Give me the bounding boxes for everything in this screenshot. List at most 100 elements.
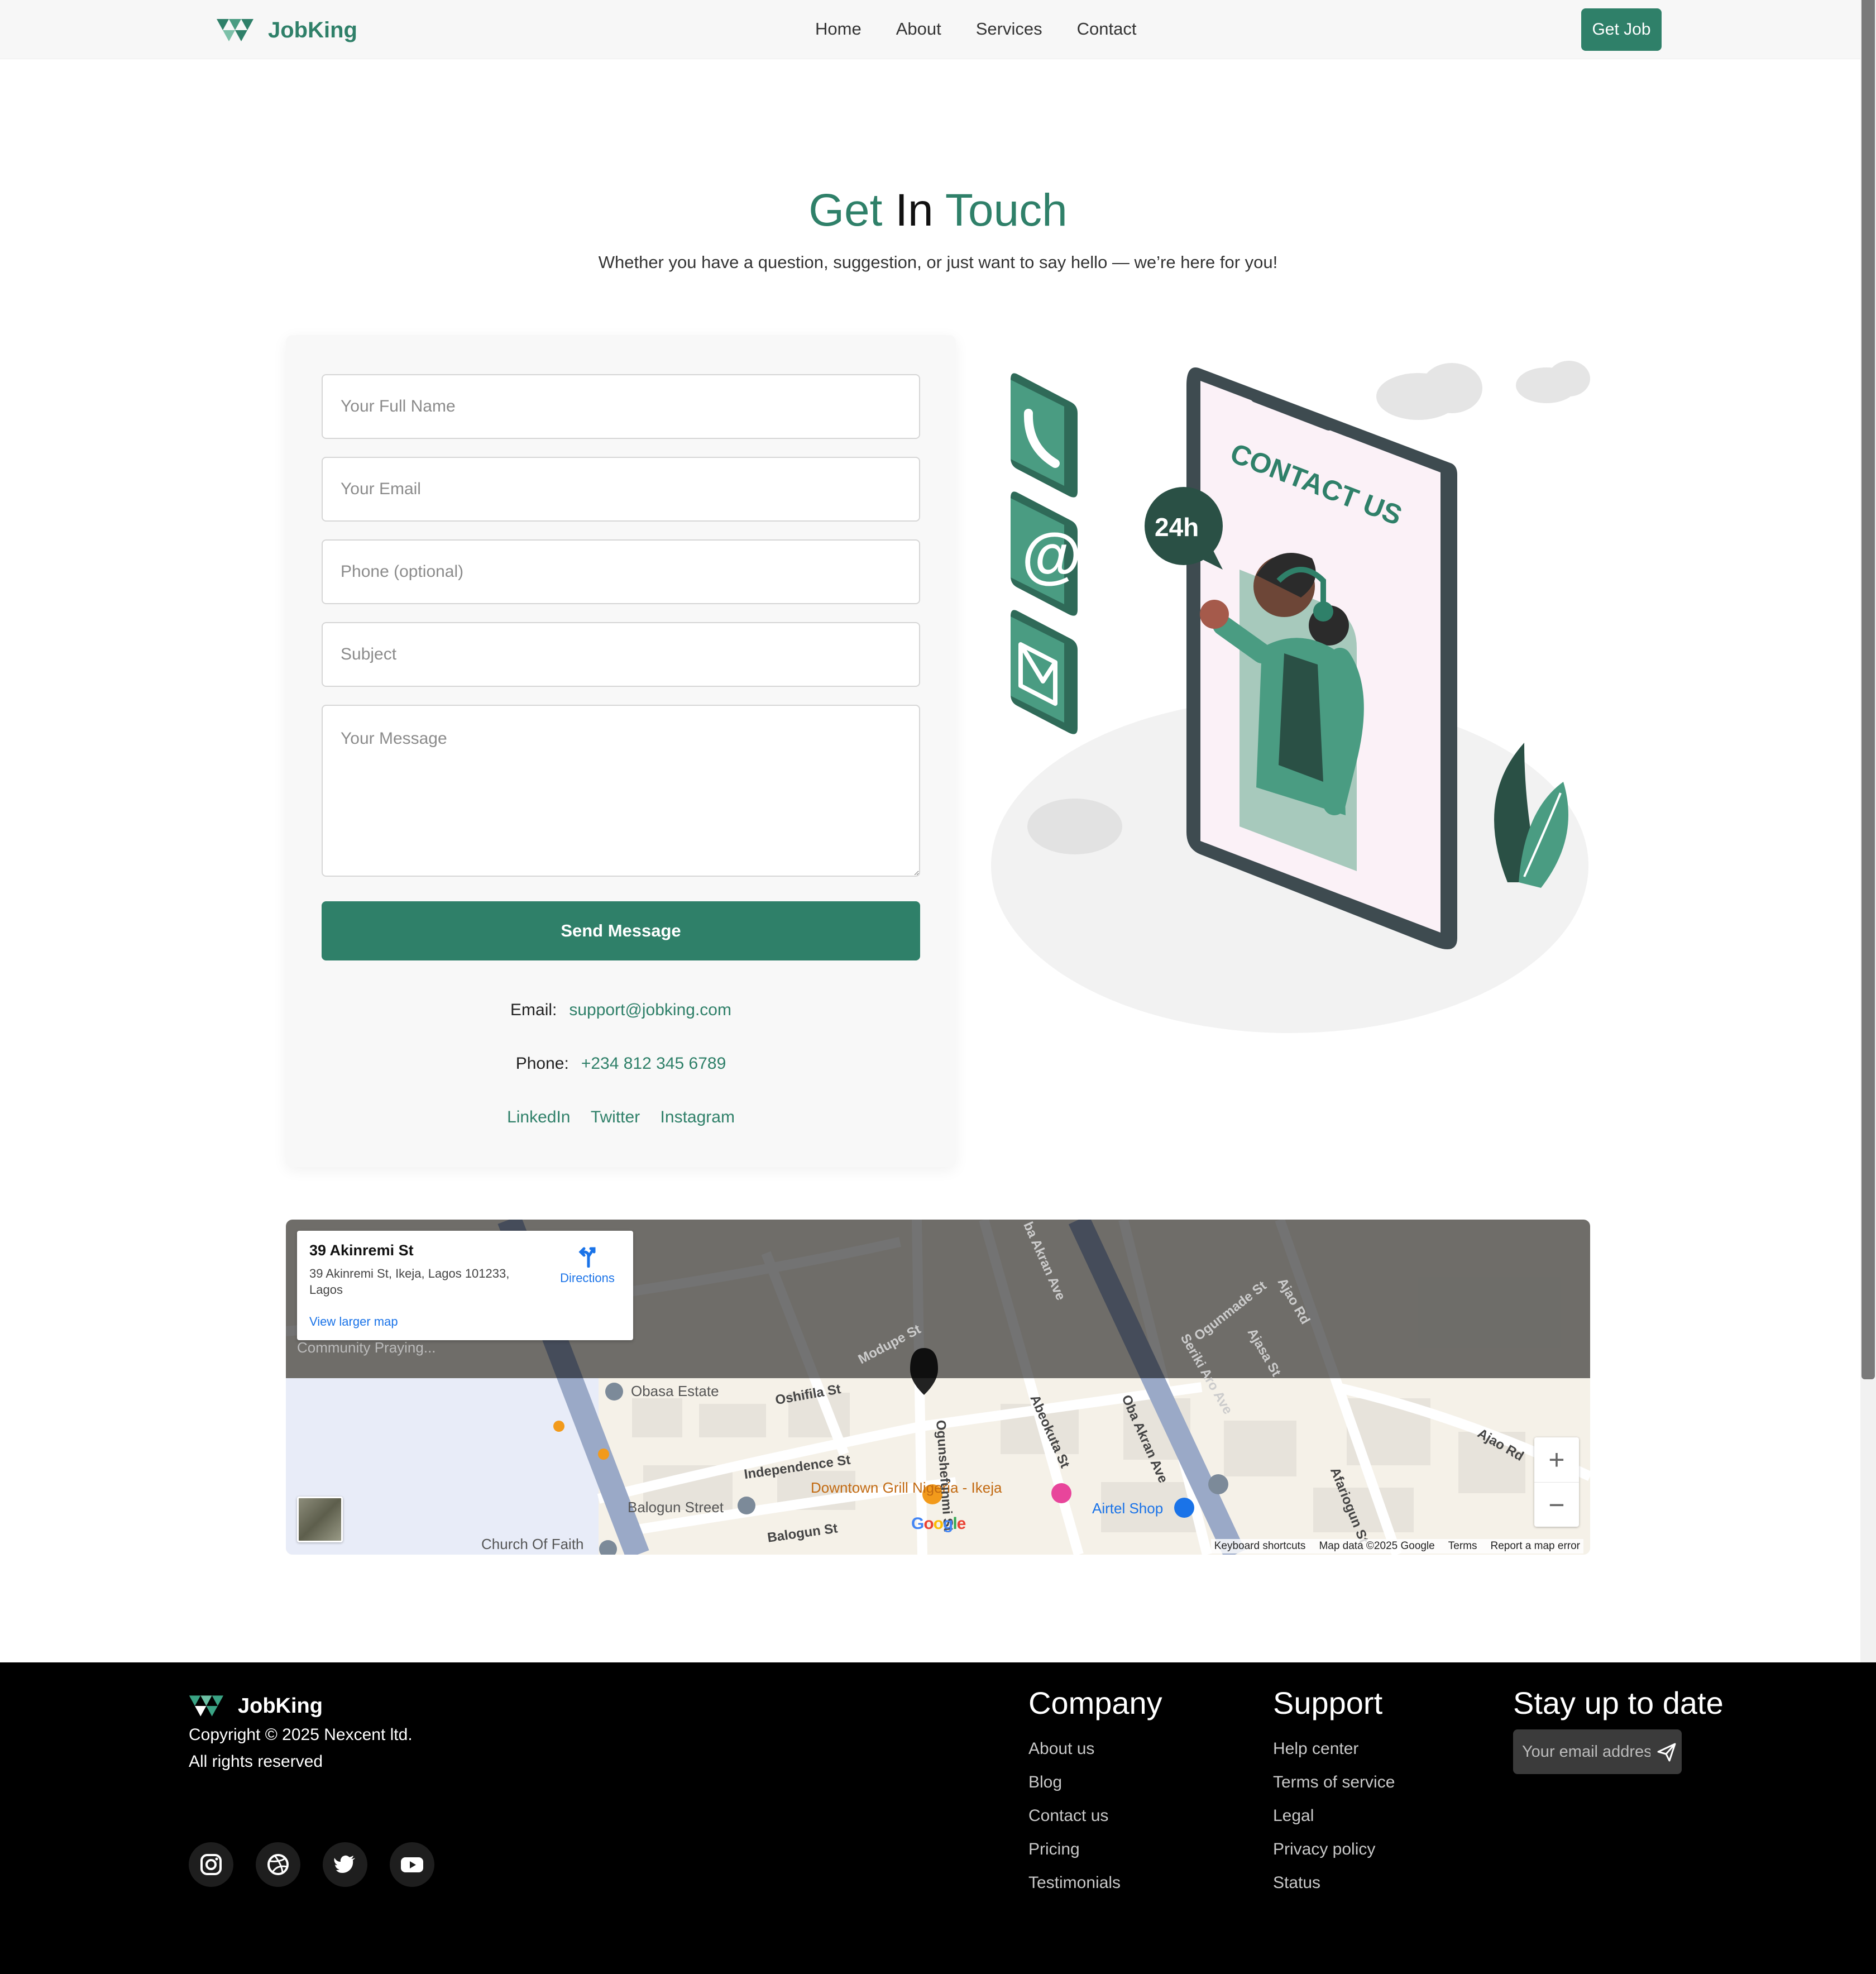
newsletter-email-input[interactable] [1522, 1729, 1650, 1774]
view-larger-map-link[interactable]: View larger map [309, 1315, 398, 1329]
footer-link-legal[interactable]: Legal [1273, 1799, 1395, 1833]
footer-company-column: Company About us Blog Contact us Pricing… [1028, 1685, 1162, 1900]
directions-label: Directions [560, 1271, 615, 1285]
nav-home[interactable]: Home [815, 19, 862, 39]
subject-input[interactable] [322, 622, 920, 687]
directions-button[interactable]: Directions [548, 1245, 626, 1285]
nav-about[interactable]: About [896, 19, 941, 39]
contact-social-links: LinkedIn Twitter Instagram [286, 1108, 956, 1127]
page-subtitle: Whether you have a question, suggestion,… [598, 252, 1278, 272]
title-get: Get [808, 185, 883, 236]
youtube-icon[interactable] [390, 1842, 434, 1887]
zoom-in-button[interactable]: + [1534, 1437, 1579, 1482]
footer-link-privacy[interactable]: Privacy policy [1273, 1833, 1395, 1866]
title-in: In [895, 185, 934, 236]
rights-text: All rights reserved [189, 1752, 323, 1771]
footer-subscribe: Stay up to date [1513, 1685, 1724, 1721]
footer-link-help[interactable]: Help center [1273, 1732, 1395, 1766]
contact-us-illustration: CONTACT US @ 24h [991, 361, 1590, 1033]
svg-text:@: @ [1022, 521, 1081, 590]
phone-label: Phone: [515, 1054, 569, 1073]
instagram-link[interactable]: Instagram [661, 1108, 735, 1126]
message-textarea[interactable] [322, 705, 920, 877]
envelope-icon [1011, 610, 1078, 734]
twitter-icon[interactable] [323, 1842, 367, 1887]
dribbble-icon[interactable] [256, 1842, 300, 1887]
footer-link-pricing[interactable]: Pricing [1028, 1833, 1162, 1866]
zoom-out-button[interactable]: − [1534, 1482, 1579, 1527]
linkedin-link[interactable]: LinkedIn [507, 1108, 570, 1126]
badge-text: 24h [1155, 513, 1199, 542]
zoom-controls: + − [1534, 1437, 1579, 1527]
support-heading: Support [1273, 1685, 1383, 1720]
map-attribution: Keyboard shortcuts Map data ©2025 Google… [1210, 1539, 1583, 1554]
navbar: JobKing Home About Services Contact Get … [0, 0, 1860, 59]
phone-input[interactable] [322, 539, 920, 604]
map-label-community: Community Praying... [297, 1339, 436, 1356]
send-icon[interactable] [1656, 1742, 1677, 1763]
map-label-obasa: Obasa Estate [631, 1383, 719, 1399]
location-map[interactable]: Community Praying... Obasa Estate Oshifi… [286, 1220, 1590, 1555]
map-label-balogun-street: Balogun Street [628, 1499, 724, 1516]
24h-badge: 24h [1145, 487, 1223, 570]
footer-social-icons [189, 1842, 434, 1887]
bus-stop-icon[interactable] [553, 1421, 564, 1432]
keyboard-shortcuts-link[interactable]: Keyboard shortcuts [1214, 1540, 1306, 1552]
at-sign-icon: @ [1011, 491, 1081, 616]
google-logo: Google [911, 1514, 966, 1533]
subscribe-heading: Stay up to date [1513, 1685, 1724, 1720]
map-data-text: Map data ©2025 Google [1319, 1540, 1435, 1552]
shopping-icon[interactable] [1174, 1498, 1194, 1518]
contact-phone-row: Phone: +234 812 345 6789 [286, 1054, 956, 1073]
brand-logo[interactable]: JobKing [217, 15, 357, 46]
logo-icon [189, 1695, 224, 1717]
footer-copyright: Copyright © 2025 Nexcent ltd. All rights… [189, 1722, 413, 1775]
terms-link[interactable]: Terms [1448, 1540, 1477, 1552]
footer-link-about[interactable]: About us [1028, 1732, 1162, 1766]
email-input[interactable] [322, 457, 920, 522]
map-place-card: 39 Akinremi St 39 Akinremi St, Ikeja, La… [297, 1231, 633, 1340]
satellite-toggle[interactable] [297, 1497, 343, 1542]
nav-contact[interactable]: Contact [1077, 19, 1137, 39]
footer-brand-name: JobKing [238, 1694, 323, 1718]
footer-logo[interactable]: JobKing [189, 1691, 323, 1720]
get-job-button[interactable]: Get Job [1581, 8, 1662, 51]
footer-link-contact[interactable]: Contact us [1028, 1799, 1162, 1833]
report-error-link[interactable]: Report a map error [1490, 1540, 1580, 1552]
footer-link-terms[interactable]: Terms of service [1273, 1766, 1395, 1799]
poi-obasa-icon[interactable] [605, 1383, 623, 1401]
footer: JobKing Copyright © 2025 Nexcent ltd. Al… [0, 1662, 1876, 1974]
instagram-icon[interactable] [189, 1842, 233, 1887]
twitter-link[interactable]: Twitter [591, 1108, 640, 1126]
brand-name: JobKing [268, 17, 357, 42]
map-label-downtown: Downtown Grill Nigeria - Ikeja [811, 1479, 1002, 1496]
title-touch: Touch [945, 185, 1068, 236]
place-title: 39 Akinremi St [309, 1242, 414, 1259]
directions-icon [578, 1247, 596, 1268]
hotel-icon[interactable] [1051, 1483, 1071, 1503]
email-link[interactable]: support@jobking.com [569, 1001, 731, 1019]
footer-link-status[interactable]: Status [1273, 1866, 1395, 1900]
logo-icon [217, 19, 253, 41]
full-name-input[interactable] [322, 374, 920, 439]
send-message-button[interactable]: Send Message [322, 901, 920, 960]
page-title: Get In Touch [0, 184, 1876, 237]
phone-link[interactable]: +234 812 345 6789 [581, 1054, 726, 1073]
phone-call-icon [1011, 373, 1078, 498]
company-heading: Company [1028, 1685, 1162, 1720]
map-label-airtel: Airtel Shop [1092, 1500, 1164, 1517]
contact-email-row: Email: support@jobking.com [286, 1001, 956, 1020]
footer-link-testimonials[interactable]: Testimonials [1028, 1866, 1162, 1900]
map-label-church: Church Of Faith [481, 1536, 584, 1552]
email-label: Email: [510, 1001, 557, 1019]
footer-link-blog[interactable]: Blog [1028, 1766, 1162, 1799]
poi-school-icon[interactable] [1208, 1474, 1228, 1494]
footer-support-column: Support Help center Terms of service Leg… [1273, 1685, 1395, 1900]
poi-balogun-icon[interactable] [738, 1497, 755, 1514]
copyright-text: Copyright © 2025 Nexcent ltd. [189, 1726, 413, 1744]
place-address: 39 Akinremi St, Ikeja, Lagos 101233, Lag… [309, 1266, 510, 1297]
newsletter-form [1513, 1729, 1682, 1774]
nav-services[interactable]: Services [976, 19, 1042, 39]
bus-stop-icon[interactable] [598, 1449, 609, 1460]
cloud-icon [1376, 361, 1590, 420]
